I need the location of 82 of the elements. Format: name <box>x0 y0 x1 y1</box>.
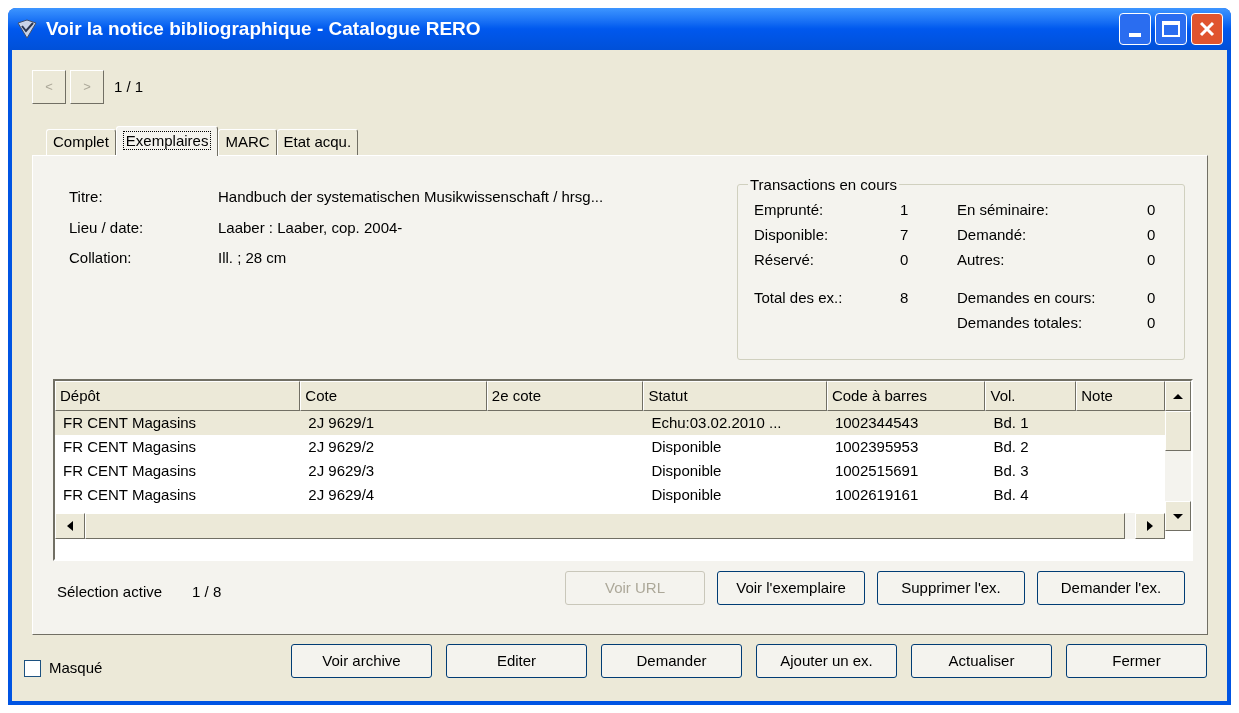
table-cell: Bd. 2 <box>993 437 1029 455</box>
field-label: Lieu / date: <box>69 217 145 238</box>
table-cell: FR CENT Magasins <box>63 413 197 431</box>
stat-value: 0 <box>900 250 909 269</box>
stat-label: Réservé: <box>754 250 816 269</box>
selection-label: Sélection active <box>57 581 163 602</box>
field-value: Handbuch der systematischen Musikwissenschaft / hrsg... <box>218 187 604 207</box>
column-header[interactable]: Code à barres <box>826 381 986 411</box>
app-icon <box>16 18 38 40</box>
window-title: Voir la notice bibliographique - Catalogue RERO <box>46 16 482 41</box>
footer-button[interactable]: Editer <box>446 644 587 679</box>
tab[interactable]: Etat acqu. <box>276 129 359 155</box>
stat-label: En séminaire: <box>957 200 1050 219</box>
horizontal-scrollbar[interactable] <box>55 513 1165 539</box>
footer-button[interactable]: Fermer <box>1066 644 1207 679</box>
close-icon <box>1198 20 1216 38</box>
table-cell: 1002344543 <box>834 413 919 431</box>
column-header[interactable]: Statut <box>643 381 827 411</box>
table-cell: Disponible <box>651 485 722 503</box>
up-arrow-icon <box>1173 392 1183 400</box>
tab[interactable]: Complet <box>46 129 116 155</box>
item-action-button[interactable]: Voir l'exemplaire <box>717 571 865 605</box>
stat-label: Total des ex.: <box>754 288 844 307</box>
table-cell: Disponible <box>651 461 722 479</box>
stat-value: 0 <box>1147 225 1156 244</box>
table-cell: 2J 9629/4 <box>308 485 375 503</box>
stat-value: 7 <box>900 225 909 244</box>
tab[interactable]: MARC <box>218 129 277 155</box>
table-cell: Bd. 1 <box>993 413 1029 431</box>
tab[interactable]: Exemplaires <box>115 126 219 156</box>
stat-value: 8 <box>900 288 909 307</box>
table-cell: 1002395953 <box>834 437 919 455</box>
table-cell: 1002515691 <box>834 461 919 479</box>
right-arrow-icon <box>1146 521 1154 531</box>
stat-label: Demandé: <box>957 225 1028 244</box>
table-cell: Bd. 4 <box>993 485 1029 503</box>
table-cell: 2J 9629/3 <box>308 461 375 479</box>
stat-label: Autres: <box>957 250 1006 269</box>
checkbox-label: Masqué <box>49 658 103 678</box>
column-header[interactable]: Vol. <box>985 381 1077 411</box>
close-button[interactable] <box>1191 13 1223 45</box>
footer-button[interactable]: Demander <box>601 644 742 679</box>
table-cell: FR CENT Magasins <box>63 461 197 479</box>
stat-value: 0 <box>1147 313 1156 332</box>
stat-value: 0 <box>1147 288 1156 307</box>
field-label: Titre: <box>69 187 104 207</box>
footer-button[interactable]: Ajouter un ex. <box>756 644 897 679</box>
table-cell: FR CENT Magasins <box>63 437 197 455</box>
down-arrow-icon <box>1173 512 1183 520</box>
table-cell: 2J 9629/2 <box>308 437 375 455</box>
stat-label: Demandes totales: <box>957 313 1084 332</box>
minimize-button[interactable] <box>1119 13 1151 45</box>
masked-checkbox[interactable] <box>24 659 41 677</box>
table-cell: 1002619161 <box>834 485 919 503</box>
footer-button[interactable]: Voir archive <box>291 644 432 679</box>
stat-value: 0 <box>1147 250 1156 269</box>
footer-button[interactable]: Actualiser <box>911 644 1052 679</box>
table-row[interactable]: FR CENT Magasins 2J 9629/1 Echu:03.02.2010 ... 1002344543 Bd. 1 <box>55 411 1165 435</box>
maximize-button[interactable] <box>1155 13 1187 45</box>
left-arrow-icon <box>66 521 74 531</box>
stat-label: Demandes en cours: <box>957 288 1097 307</box>
stat-value: 1 <box>900 200 909 219</box>
table-cell: Echu:03.02.2010 ... <box>651 413 782 431</box>
column-header[interactable]: Cote <box>300 381 487 411</box>
stat-value: 0 <box>1147 200 1156 219</box>
column-header[interactable]: Dépôt <box>55 381 301 411</box>
stat-label: Emprunté: <box>754 200 825 219</box>
table-cell: FR CENT Magasins <box>63 485 197 503</box>
vertical-scrollbar[interactable] <box>1165 381 1191 531</box>
field-label: Collation: <box>69 248 133 268</box>
table-cell: 2J 9629/1 <box>308 413 375 431</box>
column-header[interactable]: 2e cote <box>486 381 644 411</box>
item-action-button[interactable]: Supprimer l'ex. <box>877 571 1025 605</box>
column-header[interactable]: Note <box>1076 381 1165 411</box>
item-action-button[interactable]: Demander l'ex. <box>1037 571 1185 605</box>
field-value: Laaber : Laaber, cop. 2004- <box>218 217 403 238</box>
table-cell: Disponible <box>651 437 722 455</box>
field-value: Ill. ; 28 cm <box>218 248 287 268</box>
record-position: 1 / 1 <box>114 76 144 97</box>
selection-count: 1 / 8 <box>192 581 222 602</box>
table-cell: Bd. 3 <box>993 461 1029 479</box>
stat-label: Disponible: <box>754 225 830 244</box>
